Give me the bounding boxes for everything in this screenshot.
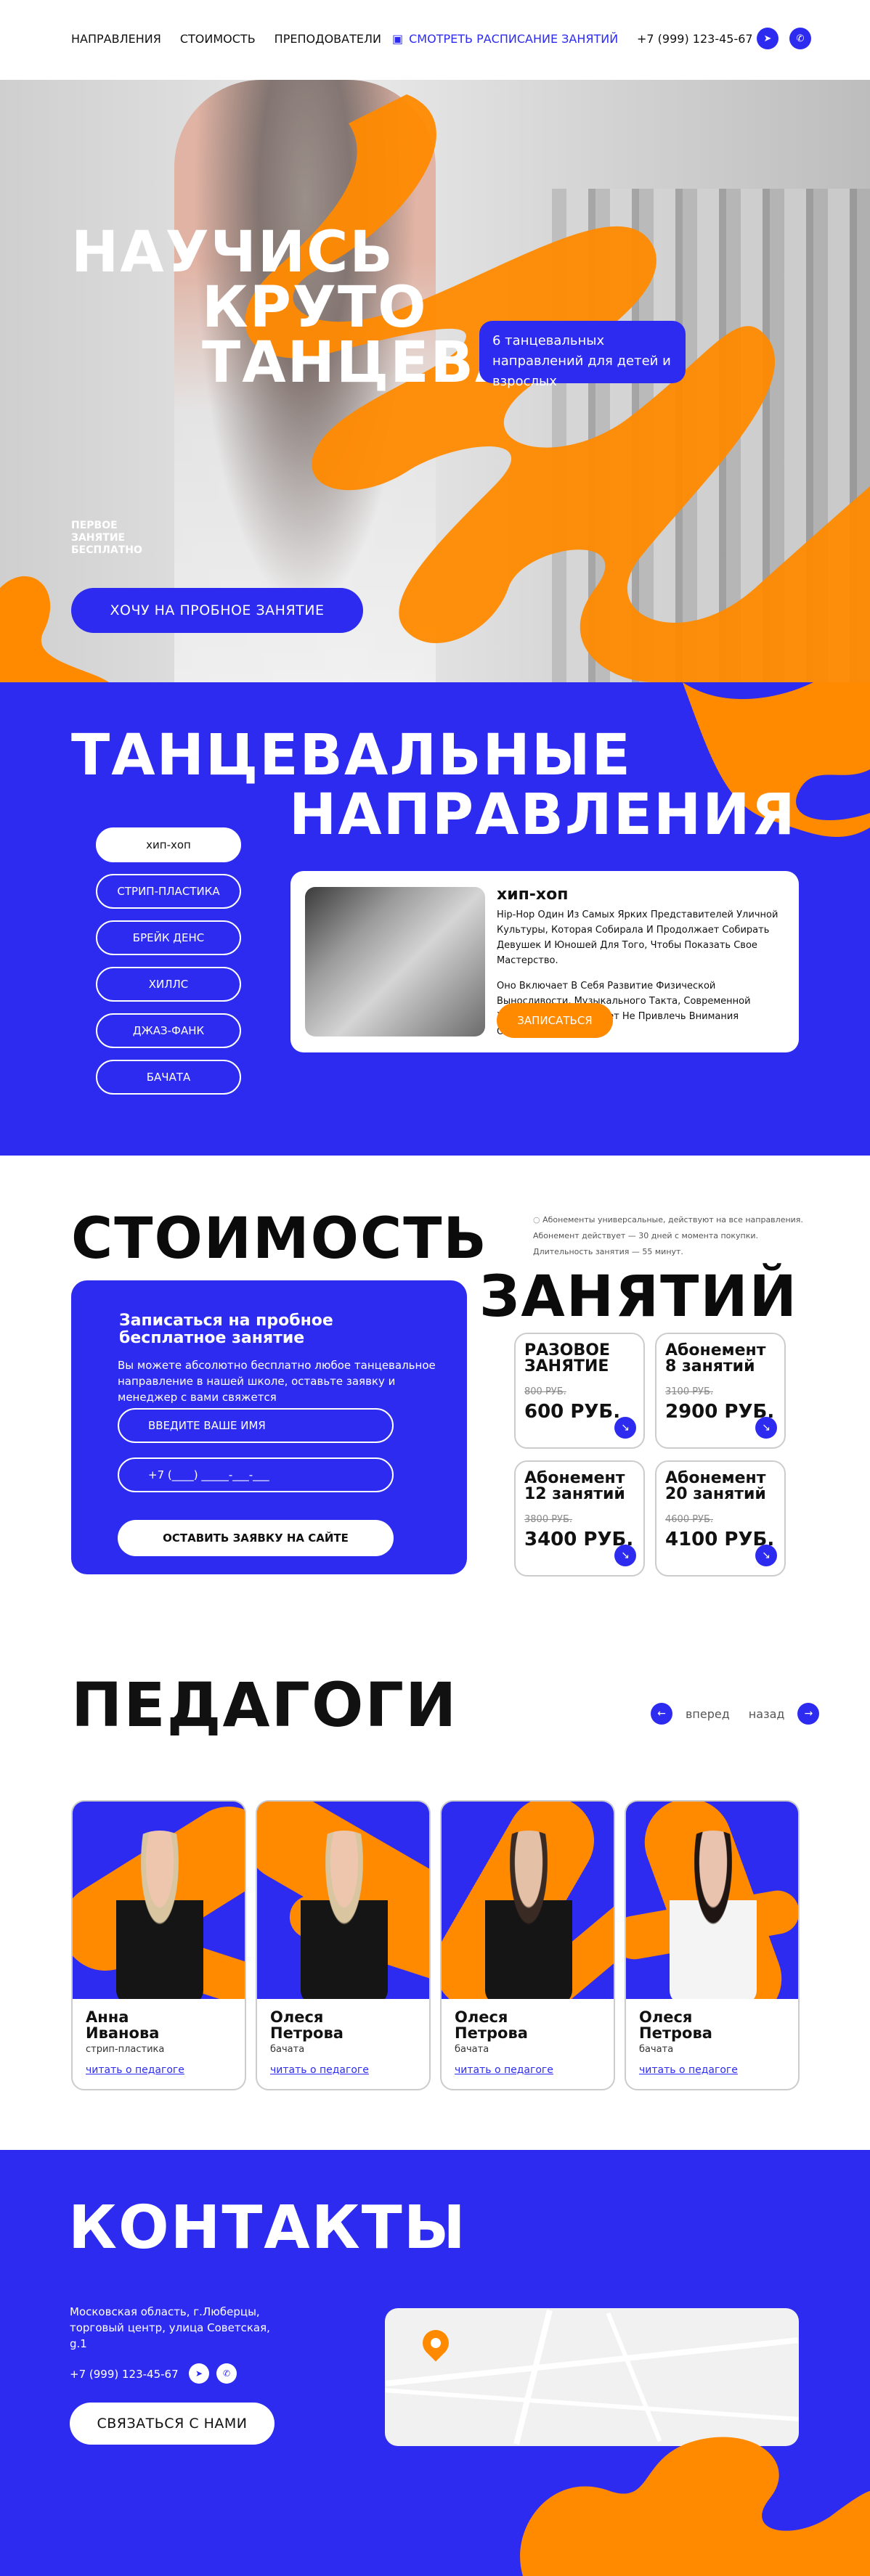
price-card-name: Абонемент 8 занятий bbox=[665, 1341, 766, 1375]
direction-card: хип-хоп Hip-Hop Один Из Самых Ярких Пред… bbox=[290, 871, 799, 1052]
teacher-role: бачата bbox=[639, 2044, 674, 2055]
arrow-icon[interactable]: ↘ bbox=[755, 1545, 777, 1566]
contacts-section: КОНТАКТЫ Московская область, г.Люберцы, … bbox=[0, 2150, 870, 2576]
whatsapp-icon[interactable]: ✆ bbox=[789, 28, 811, 49]
teacher-card[interactable]: Анна Иванова стрип-пластика читать о пед… bbox=[71, 1800, 246, 2090]
direction-text-1: Hip-Hop Один Из Самых Ярких Представител… bbox=[497, 909, 778, 966]
teacher-figure bbox=[116, 1831, 203, 1999]
header-phone[interactable]: +7 (999) 123-45-67 bbox=[637, 32, 753, 46]
enroll-button[interactable]: ЗАПИСАТЬСЯ bbox=[497, 1003, 613, 1038]
schedule-link[interactable]: ▣ СМОТРЕТЬ РАСПИСАНИЕ ЗАНЯТИЙ bbox=[392, 32, 618, 46]
direction-name: хип-хоп bbox=[497, 886, 569, 904]
arrow-icon[interactable]: ↘ bbox=[755, 1417, 777, 1439]
pricing-note: ○ Абонементы универсальные, действуют на… bbox=[533, 1212, 809, 1260]
form-subtitle: Вы можете абсолютно бесплатно любое танц… bbox=[118, 1359, 436, 1404]
direction-tab-strip[interactable]: СТРИП-ПЛАСТИКА bbox=[96, 874, 241, 909]
teacher-figure bbox=[485, 1831, 572, 1999]
name-input[interactable]: ВВЕДИТЕ ВАШЕ ИМЯ bbox=[118, 1408, 394, 1443]
teacher-link[interactable]: читать о педагоге bbox=[455, 2064, 553, 2076]
teacher-role: бачата bbox=[455, 2044, 489, 2055]
pricing-title-line1: СТОИМОСТЬ bbox=[71, 1206, 488, 1272]
hero-section: НАУЧИСЬ КРУТО ТАНЦЕВАТЬ 6 танцевальных н… bbox=[0, 80, 870, 682]
teacher-photo bbox=[442, 1802, 614, 1999]
teachers-section: ПЕДАГОГИ ← вперед назад → Анна Иванова с… bbox=[0, 1664, 870, 2150]
main-nav: НАПРАВЛЕНИЯ СТОИМОСТЬ ПРЕПОДОВАТЕЛИ bbox=[71, 32, 381, 46]
nav-teachers[interactable]: ПРЕПОДОВАТЕЛИ bbox=[275, 32, 381, 46]
nav-directions[interactable]: НАПРАВЛЕНИЯ bbox=[71, 32, 161, 46]
teachers-prev[interactable]: вперед bbox=[686, 1707, 730, 1721]
trial-lesson-button[interactable]: ХОЧУ НА ПРОБНОЕ ЗАНЯТИЕ bbox=[71, 588, 363, 633]
site-header: НАПРАВЛЕНИЯ СТОИМОСТЬ ПРЕПОДОВАТЕЛИ ▣ СМ… bbox=[0, 0, 870, 80]
direction-photo bbox=[305, 887, 485, 1036]
phone-input[interactable]: +7 (____) _____-___-___ bbox=[118, 1457, 394, 1492]
arrow-right-icon[interactable]: → bbox=[797, 1703, 820, 1725]
hero-badge: 6 танцевальных направлений для детей и в… bbox=[479, 321, 686, 389]
teacher-name: Анна Иванова bbox=[86, 2008, 160, 2042]
trial-form: Записаться на пробное бесплатное занятие… bbox=[71, 1280, 467, 1574]
direction-tab-jazzfunk[interactable]: ДЖАЗ-ФАНК bbox=[96, 1013, 241, 1048]
teacher-link[interactable]: читать о педагоге bbox=[270, 2064, 369, 2076]
arrow-left-icon[interactable]: ← bbox=[651, 1703, 672, 1725]
price-card-name: РАЗОВОЕ ЗАНЯТИЕ bbox=[524, 1341, 610, 1375]
direction-tab-hiphop[interactable]: хип-хоп bbox=[96, 827, 241, 862]
teacher-name: Олеся Петрова bbox=[639, 2008, 712, 2042]
contacts-orange-shape bbox=[520, 2437, 870, 2576]
directions-title-line1: ТАНЦЕВАЛЬНЫЕ bbox=[71, 723, 632, 788]
teachers-next[interactable]: назад bbox=[749, 1707, 785, 1721]
price-card-old: 3800 РУБ. bbox=[524, 1514, 573, 1525]
teacher-name: Олеся Петрова bbox=[455, 2008, 528, 2042]
submit-request-button[interactable]: ОСТАВИТЬ ЗАЯВКУ НА САЙТЕ bbox=[118, 1520, 394, 1556]
calendar-icon: ▣ bbox=[392, 32, 404, 46]
teacher-name: Олеся Петрова bbox=[270, 2008, 343, 2042]
teacher-photo bbox=[257, 1802, 429, 1999]
pricing-title-line2: ЗАНЯТИЙ bbox=[479, 1264, 798, 1330]
price-card-20[interactable]: Абонемент 20 занятий 4600 РУБ. 4100 РУБ.… bbox=[655, 1460, 786, 1577]
nav-prices[interactable]: СТОИМОСТЬ bbox=[180, 32, 256, 46]
pricing-section: СТОИМОСТЬ ЗАНЯТИЙ ○ Абонементы универсал… bbox=[0, 1156, 870, 1664]
direction-tab-heels[interactable]: ХИЛЛС bbox=[96, 967, 241, 1002]
price-card-price: 600 РУБ. bbox=[524, 1401, 621, 1423]
price-card-name: Абонемент 20 занятий bbox=[665, 1469, 766, 1503]
price-card-single[interactable]: РАЗОВОЕ ЗАНЯТИЕ 800 РУБ. 600 РУБ. ↘ bbox=[514, 1333, 645, 1449]
form-title: Записаться на пробное бесплатное занятие bbox=[119, 1312, 333, 1347]
teachers-slider-nav: ← вперед назад → bbox=[651, 1703, 820, 1725]
arrow-icon[interactable]: ↘ bbox=[614, 1417, 636, 1439]
teacher-link[interactable]: читать о педагоге bbox=[639, 2064, 738, 2076]
teacher-link[interactable]: читать о педагоге bbox=[86, 2064, 184, 2076]
pricing-note-text: Абонементы универсальные, действуют на в… bbox=[533, 1215, 803, 1256]
teacher-figure bbox=[670, 1831, 757, 1999]
price-card-12[interactable]: Абонемент 12 занятий 3800 РУБ. 3400 РУБ.… bbox=[514, 1460, 645, 1577]
direction-tab-bachata[interactable]: БАЧАТА bbox=[96, 1060, 241, 1095]
direction-tab-break[interactable]: БРЕЙК ДЕНС bbox=[96, 920, 241, 955]
directions-section: ТАНЦЕВАЛЬНЫЕ НАПРАВЛЕНИЯ хип-хоп СТРИП-П… bbox=[0, 682, 870, 1156]
hero-title-line1: НАУЧИСЬ bbox=[71, 220, 394, 285]
free-lesson-note: ПЕРВОЕ ЗАНЯТИЕ БЕСПЛАТНО bbox=[71, 520, 142, 556]
teacher-role: стрип-пластика bbox=[86, 2044, 165, 2055]
teacher-photo bbox=[73, 1802, 245, 1999]
teacher-figure bbox=[301, 1831, 388, 1999]
teacher-card[interactable]: Олеся Петрова бачата читать о педагоге bbox=[256, 1800, 431, 2090]
price-card-8[interactable]: Абонемент 8 занятий 3100 РУБ. 2900 РУБ. … bbox=[655, 1333, 786, 1449]
teacher-photo bbox=[626, 1802, 798, 1999]
teacher-card[interactable]: Олеся Петрова бачата читать о педагоге bbox=[440, 1800, 615, 2090]
schedule-label: СМОТРЕТЬ РАСПИСАНИЕ ЗАНЯТИЙ bbox=[409, 32, 619, 46]
price-card-name: Абонемент 12 занятий bbox=[524, 1469, 625, 1503]
price-card-old: 3100 РУБ. bbox=[665, 1386, 714, 1397]
price-card-old: 4600 РУБ. bbox=[665, 1514, 714, 1525]
teacher-card[interactable]: Олеся Петрова бачата читать о педагоге bbox=[625, 1800, 800, 2090]
teachers-title: ПЕДАГОГИ bbox=[71, 1669, 458, 1741]
teacher-role: бачата bbox=[270, 2044, 305, 2055]
arrow-icon[interactable]: ↘ bbox=[614, 1545, 636, 1566]
price-card-old: 800 РУБ. bbox=[524, 1386, 566, 1397]
info-icon: ○ bbox=[533, 1215, 543, 1224]
telegram-icon[interactable]: ➤ bbox=[757, 28, 778, 49]
